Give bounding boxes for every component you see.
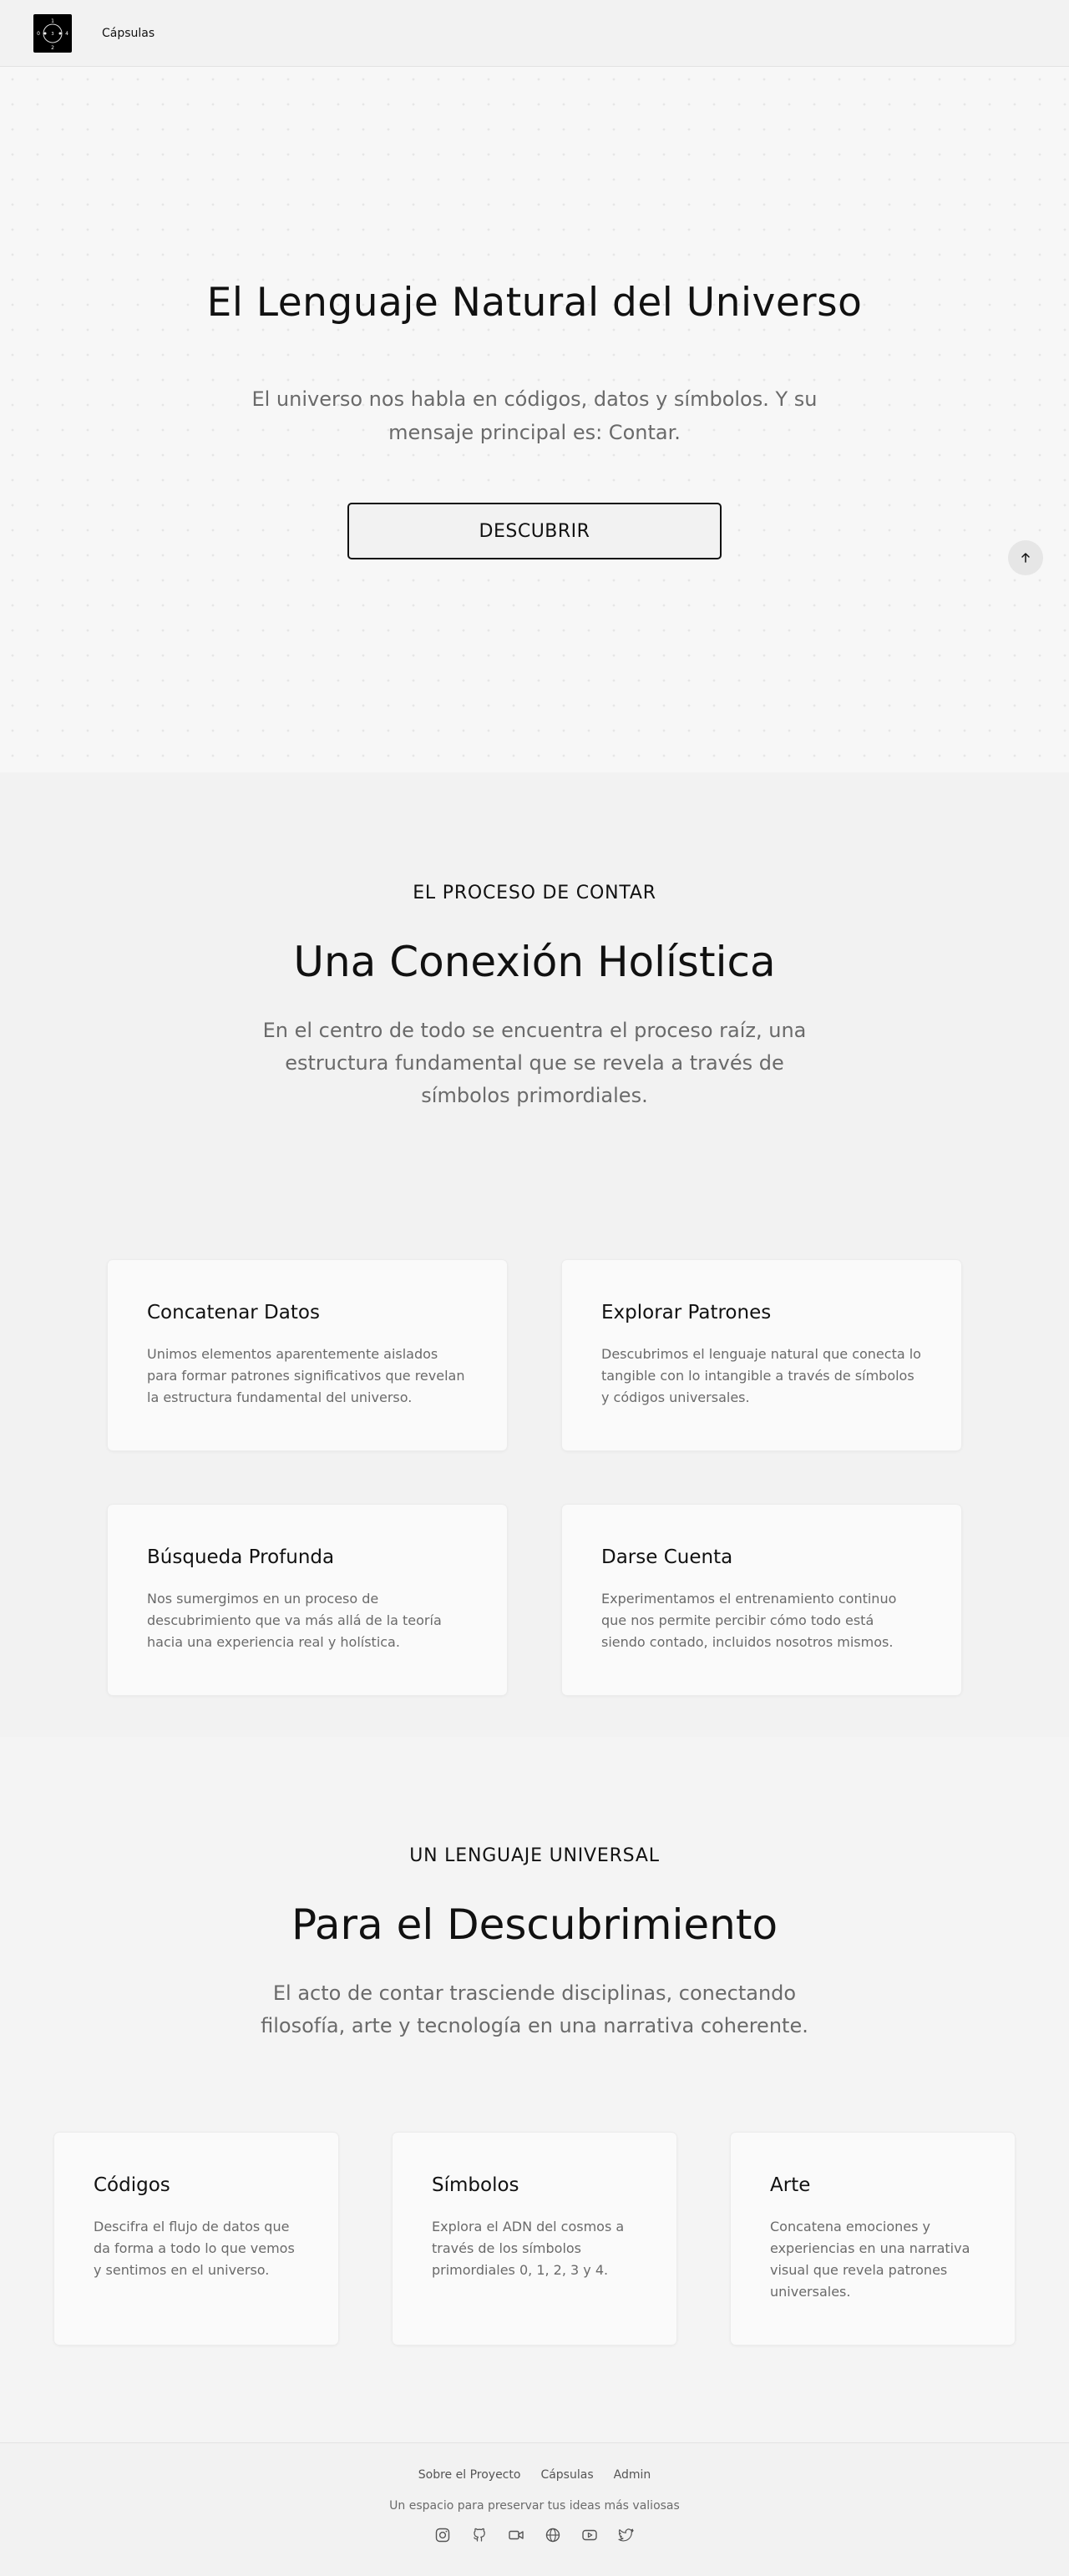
svg-text:3: 3 [51, 32, 53, 37]
svg-text:2: 2 [51, 45, 54, 51]
card-explorar-patrones: Explorar Patrones Descubrimos el lenguaj… [561, 1259, 962, 1451]
footer-link-capsulas[interactable]: Cápsulas [540, 2468, 593, 2482]
social-icons [0, 2527, 1069, 2543]
video-icon[interactable] [508, 2527, 524, 2543]
card-concatenar-datos: Concatenar Datos Unimos elementos aparen… [107, 1259, 508, 1451]
scroll-top-button[interactable] [1008, 540, 1043, 575]
process-eyebrow: EL PROCESO DE CONTAR [413, 883, 656, 903]
card-codigos: Códigos Descifra el flujo de datos que d… [53, 2132, 339, 2346]
hero-subtitle: El universo nos habla en códigos, datos … [251, 387, 818, 444]
hero-title: El Lenguaje Natural del Universo [206, 280, 863, 326]
card-title: Códigos [94, 2174, 170, 2196]
instagram-icon[interactable] [434, 2527, 451, 2543]
youtube-icon[interactable] [581, 2527, 598, 2543]
universal-title: Para el Descubrimiento [291, 1900, 778, 1949]
process-subtitle: En el centro de todo se encuentra el pro… [262, 1019, 807, 1107]
card-title: Símbolos [432, 2174, 519, 2196]
card-text: Descubrimos el lenguaje natural que cone… [601, 1346, 921, 1405]
logo-symbol-icon: 1 2 0 4 3 [37, 18, 68, 51]
card-title: Explorar Patrones [601, 1302, 772, 1323]
card-text: Concatena emociones y experiencias en un… [770, 2219, 970, 2300]
footer-tagline: Un espacio para preservar tus ideas más … [389, 2499, 680, 2513]
card-darse-cuenta: Darse Cuenta Experimentamos el entrenami… [561, 1504, 962, 1696]
card-text: Descifra el flujo de datos que da forma … [94, 2219, 295, 2278]
arrow-up-icon [1021, 553, 1030, 563]
universal-eyebrow: UN LENGUAJE UNIVERSAL [409, 1845, 660, 1866]
nav-capsulas[interactable]: Cápsulas [102, 27, 155, 40]
card-busqueda-profunda: Búsqueda Profunda Nos sumergimos en un p… [107, 1504, 508, 1696]
hero-section: El Lenguaje Natural del Universo El univ… [0, 67, 1069, 772]
card-text: Experimentamos el entrenamiento continuo… [601, 1591, 897, 1650]
footer-nav: Sobre el Proyecto Cápsulas Admin [0, 2468, 1069, 2482]
site-header: 1 2 0 4 3 Cápsulas [0, 0, 1069, 67]
footer-link-about[interactable]: Sobre el Proyecto [418, 2468, 521, 2482]
card-text: Nos sumergimos en un proceso de descubri… [147, 1591, 442, 1650]
card-title: Arte [770, 2174, 811, 2196]
svg-text:0: 0 [37, 31, 40, 37]
universal-section: UN LENGUAJE UNIVERSAL Para el Descubrimi… [0, 1737, 1069, 2442]
github-icon[interactable] [471, 2527, 488, 2543]
logo[interactable]: 1 2 0 4 3 [33, 13, 72, 53]
card-title: Darse Cuenta [601, 1546, 733, 1568]
site-footer: Sobre el Proyecto Cápsulas Admin Un espa… [0, 2442, 1069, 2576]
process-title: Una Conexión Holística [293, 938, 776, 986]
card-text: Explora el ADN del cosmos a través de lo… [432, 2219, 625, 2278]
card-simbolos: Símbolos Explora el ADN del cosmos a tra… [392, 2132, 677, 2346]
twitter-icon[interactable] [618, 2527, 635, 2543]
svg-text:4: 4 [65, 31, 68, 37]
card-title: Búsqueda Profunda [147, 1546, 335, 1568]
card-arte: Arte Concatena emociones y experiencias … [730, 2132, 1016, 2346]
discover-button[interactable]: DESCUBRIR [347, 503, 722, 559]
svg-text:1: 1 [51, 18, 54, 24]
card-text: Unimos elementos aparentemente aislados … [147, 1346, 465, 1405]
globe-icon[interactable] [545, 2527, 561, 2543]
card-title: Concatenar Datos [147, 1302, 320, 1323]
universal-subtitle: El acto de contar trasciende disciplinas… [261, 1981, 808, 2037]
footer-link-admin[interactable]: Admin [614, 2468, 651, 2482]
process-section: EL PROCESO DE CONTAR Una Conexión Holíst… [0, 772, 1069, 1737]
